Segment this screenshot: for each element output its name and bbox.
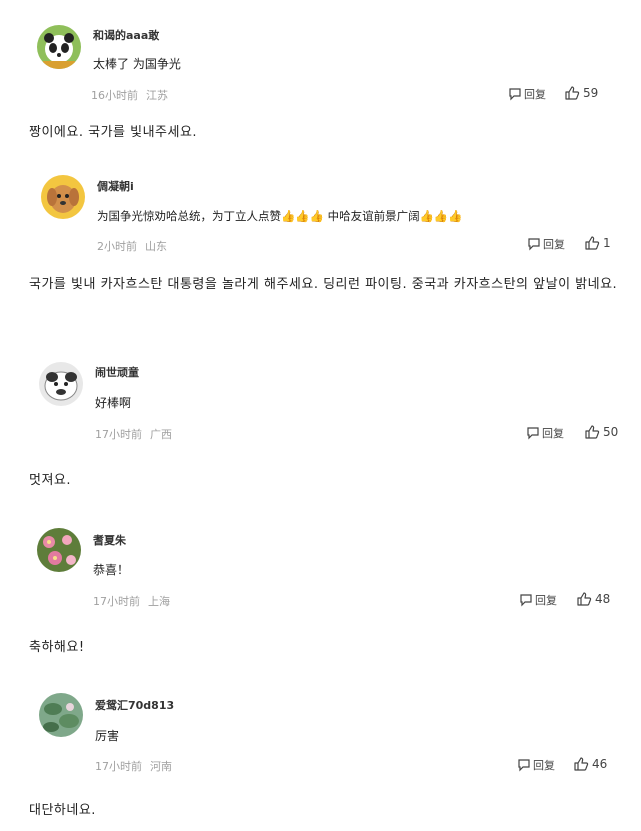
username[interactable]: 和谒的aaa敢 — [93, 27, 159, 43]
location-label: 广西 — [150, 428, 172, 441]
time-label: 17小时前 — [93, 595, 140, 608]
reply-button[interactable]: 回复 — [519, 592, 557, 608]
time-label: 17小时前 — [95, 428, 142, 441]
reply-button[interactable]: 回复 — [508, 86, 546, 102]
comment-bubble-icon — [518, 759, 530, 772]
avatar[interactable] — [39, 362, 83, 406]
flower-avatar-icon — [37, 528, 81, 572]
username[interactable]: 爱鸳汇70d813 — [95, 697, 174, 713]
like-count: 46 — [592, 757, 608, 771]
like-count: 1 — [603, 236, 611, 250]
comment-text: 好棒啊 — [95, 396, 132, 410]
comment-text: 厉害 — [95, 729, 120, 743]
translation-text: 축하해요! — [29, 640, 85, 655]
dog-avatar-icon — [41, 175, 85, 219]
avatar[interactable] — [37, 25, 81, 69]
like-button[interactable]: 48 — [576, 591, 610, 607]
like-count: 50 — [603, 425, 619, 439]
translation-text: 대단하네요. — [29, 803, 96, 818]
location-label: 江苏 — [146, 89, 168, 102]
comment-text: 太棒了 为国争光 — [93, 57, 181, 71]
thumbs-up-icon — [565, 86, 580, 100]
comment-meta: 2小时前 山东 — [97, 238, 167, 254]
username[interactable]: 耆夏朱 — [93, 532, 126, 548]
location-label: 山东 — [145, 240, 167, 253]
reply-label: 回复 — [542, 427, 564, 440]
comment-meta: 17小时前 上海 — [93, 593, 170, 609]
comment-bubble-icon — [527, 427, 539, 440]
like-button[interactable]: 46 — [573, 756, 607, 772]
location-label: 上海 — [148, 595, 170, 608]
reply-button[interactable]: 回复 — [526, 425, 564, 441]
time-label: 2小时前 — [97, 240, 137, 253]
avatar[interactable] — [39, 693, 83, 737]
avatar[interactable] — [37, 528, 81, 572]
translation-text: 멋져요. — [29, 473, 72, 488]
avatar[interactable] — [41, 175, 85, 219]
like-count: 59 — [583, 86, 599, 100]
lotus-pond-avatar-icon — [39, 693, 83, 737]
comment-text: 恭喜！ — [93, 563, 130, 577]
reply-label: 回复 — [524, 88, 546, 101]
comment-meta: 17小时前 河南 — [95, 758, 172, 774]
reply-label: 回复 — [533, 759, 555, 772]
panda-avatar-icon — [37, 25, 81, 69]
reply-button[interactable]: 回复 — [517, 757, 555, 773]
reply-label: 回复 — [535, 594, 557, 607]
username[interactable]: 倜凝朝i — [97, 178, 134, 194]
thumbs-up-icon — [585, 236, 600, 250]
translation-text: 국가를 빛내 카자흐스탄 대통령을 놀라게 해주세요. 딩리런 파이팅. 중국과… — [29, 277, 618, 292]
comment-bubble-icon — [509, 88, 521, 101]
reply-button[interactable]: 回复 — [527, 236, 565, 252]
location-label: 河南 — [150, 760, 172, 773]
translation-text: 짱이에요. 국가를 빛내주세요. — [29, 125, 198, 140]
reply-label: 回复 — [543, 238, 565, 251]
bulldog-avatar-icon — [39, 362, 83, 406]
time-label: 17小时前 — [95, 760, 142, 773]
comment-meta: 17小时前 广西 — [95, 426, 172, 442]
thumbs-up-icon — [574, 757, 589, 771]
like-button[interactable]: 50 — [584, 424, 618, 440]
thumbs-up-icon — [585, 425, 600, 439]
thumbs-up-icon — [577, 592, 592, 606]
comment-bubble-icon — [520, 594, 532, 607]
comment-bubble-icon — [528, 238, 540, 251]
like-button[interactable]: 59 — [564, 85, 598, 101]
time-label: 16小时前 — [91, 89, 138, 102]
like-count: 48 — [595, 592, 611, 606]
comment-meta: 16小时前 江苏 — [91, 87, 168, 103]
comment-text: 为国争光惊劝哈总统，为丁立人点赞👍👍👍 中哈友谊前景广阔👍👍👍 — [97, 209, 463, 223]
username[interactable]: 闹世顽童 — [95, 364, 139, 380]
like-button[interactable]: 1 — [584, 235, 611, 251]
